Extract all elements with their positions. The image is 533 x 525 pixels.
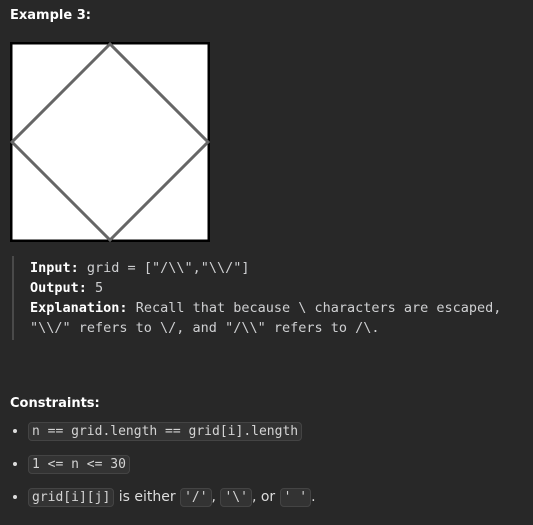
- constraint-code: '\': [220, 488, 252, 507]
- grid-diamond-image: [10, 42, 210, 242]
- constraint-code: 1 <= n <= 30: [28, 455, 130, 474]
- constraint-item: grid[i][j] is either '/', '\', or ' '.: [28, 486, 316, 519]
- constraint-code: ' ': [279, 488, 312, 507]
- constraint-item: n == grid.length == grid[i].length: [28, 420, 316, 453]
- constraint-item: 1 <= n <= 30: [28, 453, 316, 486]
- constraint-code: '/': [180, 488, 212, 507]
- input-value: grid = ["/\\","\\/"]: [86, 260, 250, 276]
- constraint-code: n == grid.length == grid[i].length: [28, 422, 303, 441]
- constraint-text: is either: [114, 489, 181, 505]
- output-label: Output:: [30, 280, 87, 296]
- input-label: Input:: [30, 260, 79, 276]
- explanation-label: Explanation:: [30, 300, 128, 316]
- constraint-text: , or: [251, 489, 280, 505]
- constraint-text: .: [311, 489, 316, 505]
- explanation-text: Recall that because \ characters are esc…: [135, 300, 502, 316]
- constraints-title: Constraints:: [10, 396, 100, 411]
- explanation-text-2: "\\/" refers to \/, and "/\\" refers to …: [30, 320, 380, 336]
- output-value: 5: [95, 280, 104, 296]
- example-title: Example 3:: [10, 8, 91, 23]
- constraint-code: grid[i][j]: [28, 488, 115, 507]
- constraints-list: n == grid.length == grid[i].length 1 <= …: [0, 420, 316, 519]
- example-block: Input: grid = ["/\\","\\/"] Output: 5 Ex…: [12, 256, 501, 340]
